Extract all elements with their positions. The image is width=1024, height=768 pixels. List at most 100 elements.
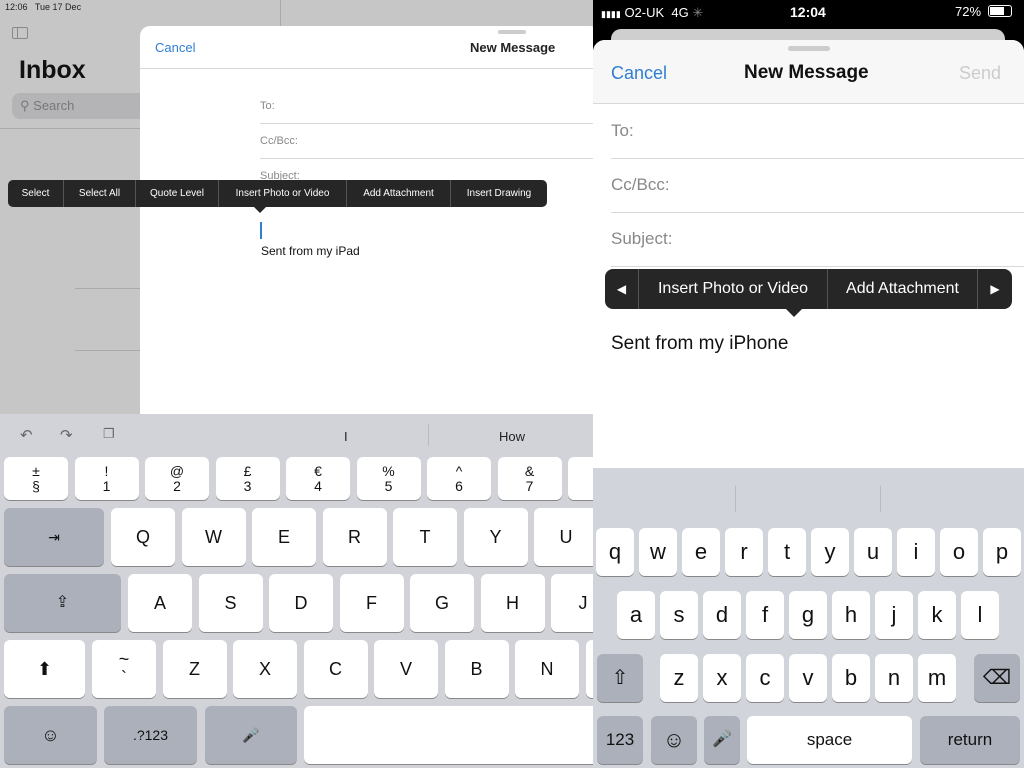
- key-more[interactable]: [568, 457, 593, 500]
- key-y[interactable]: y: [811, 528, 849, 576]
- menu-insert-drawing[interactable]: Insert Drawing: [451, 180, 547, 207]
- key-l[interactable]: l: [961, 591, 999, 639]
- suggestion[interactable]: I: [344, 429, 348, 444]
- key-h[interactable]: h: [832, 591, 870, 639]
- dictation-key[interactable]: 🎤: [704, 716, 740, 764]
- key-n[interactable]: n: [875, 654, 913, 702]
- menu-insert-photo[interactable]: Insert Photo or Video: [639, 269, 828, 309]
- key-u[interactable]: U: [534, 508, 593, 566]
- emoji-key[interactable]: ☺: [651, 716, 697, 764]
- key-g[interactable]: g: [789, 591, 827, 639]
- menu-insert-photo[interactable]: Insert Photo or Video: [219, 180, 347, 207]
- body-text[interactable]: Sent from my iPad: [261, 244, 360, 258]
- key-u[interactable]: u: [854, 528, 892, 576]
- key-e[interactable]: E: [252, 508, 316, 566]
- key-w[interactable]: w: [639, 528, 677, 576]
- key-w[interactable]: W: [181, 508, 246, 566]
- to-field[interactable]: To:: [260, 100, 275, 112]
- key-c[interactable]: C: [303, 640, 368, 698]
- key-b[interactable]: b: [832, 654, 870, 702]
- key-y[interactable]: Y: [463, 508, 528, 566]
- key-x[interactable]: X: [233, 640, 297, 698]
- key-more[interactable]: [585, 640, 593, 698]
- key-n[interactable]: N: [515, 640, 579, 698]
- numbers-key[interactable]: 123: [597, 716, 643, 764]
- space-key[interactable]: space: [747, 716, 912, 764]
- key-~[interactable]: ~ `: [92, 640, 156, 698]
- key-z[interactable]: Z: [162, 640, 227, 698]
- key-v[interactable]: V: [374, 640, 438, 698]
- key-h[interactable]: H: [480, 574, 545, 632]
- to-field[interactable]: To:: [611, 121, 634, 141]
- key-z[interactable]: z: [660, 654, 698, 702]
- key-a[interactable]: A: [128, 574, 192, 632]
- key-4[interactable]: €4: [286, 457, 350, 500]
- key-t[interactable]: t: [768, 528, 806, 576]
- dictation-key[interactable]: 🎤: [205, 706, 297, 764]
- suggestion[interactable]: How: [499, 429, 525, 444]
- caps-lock-key[interactable]: ⇪: [4, 574, 121, 632]
- ccbcc-field[interactable]: Cc/Bcc:: [260, 135, 298, 147]
- send-button[interactable]: Send: [959, 63, 1001, 84]
- cancel-button[interactable]: Cancel: [611, 63, 667, 84]
- key-e[interactable]: e: [682, 528, 720, 576]
- menu-select[interactable]: Select: [8, 180, 64, 207]
- key-q[interactable]: q: [596, 528, 634, 576]
- key-7[interactable]: & 7: [497, 457, 562, 500]
- grabber[interactable]: [788, 46, 830, 51]
- key-s[interactable]: S: [198, 574, 263, 632]
- key-x[interactable]: x: [703, 654, 741, 702]
- key-o[interactable]: o: [940, 528, 978, 576]
- redo-icon[interactable]: ↷: [60, 426, 73, 444]
- menu-next-arrow[interactable]: ▶: [978, 269, 1012, 309]
- search-input[interactable]: ⚲ Search: [12, 93, 147, 119]
- key-j[interactable]: j: [875, 591, 913, 639]
- key-a[interactable]: a: [617, 591, 655, 639]
- key-c[interactable]: c: [746, 654, 784, 702]
- key-6[interactable]: ^ 6: [427, 457, 491, 500]
- numbers-key[interactable]: .?123: [104, 706, 197, 764]
- key-5[interactable]: % 5: [356, 457, 421, 500]
- key-d[interactable]: D: [269, 574, 333, 632]
- sidebar-toggle-icon[interactable]: [12, 27, 28, 39]
- key-d[interactable]: d: [703, 591, 741, 639]
- key-s[interactable]: s: [660, 591, 698, 639]
- key-g[interactable]: G: [410, 574, 474, 632]
- key-t[interactable]: T: [393, 508, 457, 566]
- menu-quote-level[interactable]: Quote Level: [136, 180, 219, 207]
- subject-field[interactable]: Subject:: [611, 229, 672, 249]
- key-3[interactable]: £3: [215, 457, 280, 500]
- key-f[interactable]: f: [746, 591, 784, 639]
- grabber[interactable]: [498, 30, 526, 34]
- key-r[interactable]: R: [322, 508, 387, 566]
- paste-icon[interactable]: ❐: [103, 426, 115, 442]
- key-r[interactable]: r: [725, 528, 763, 576]
- key-v[interactable]: v: [789, 654, 827, 702]
- key-§[interactable]: ± §: [4, 457, 68, 500]
- space-key[interactable]: [304, 706, 593, 764]
- emoji-key[interactable]: ☺: [4, 706, 97, 764]
- key-k[interactable]: k: [918, 591, 956, 639]
- key-i[interactable]: i: [897, 528, 935, 576]
- menu-add-attachment[interactable]: Add Attachment: [347, 180, 451, 207]
- key-p[interactable]: p: [983, 528, 1021, 576]
- key-j[interactable]: J: [551, 574, 593, 632]
- key-q[interactable]: Q: [111, 508, 175, 566]
- key-b[interactable]: B: [444, 640, 509, 698]
- undo-icon[interactable]: ↶: [20, 426, 33, 444]
- menu-add-attachment[interactable]: Add Attachment: [828, 269, 978, 309]
- menu-select-all[interactable]: Select All: [64, 180, 136, 207]
- key-2[interactable]: @2: [145, 457, 209, 500]
- ccbcc-field[interactable]: Cc/Bcc:: [611, 175, 670, 195]
- key-m[interactable]: m: [918, 654, 956, 702]
- tab-key[interactable]: ⇥: [4, 508, 104, 566]
- cancel-button[interactable]: Cancel: [155, 40, 195, 55]
- key-f[interactable]: F: [339, 574, 404, 632]
- return-key[interactable]: return: [920, 716, 1020, 764]
- menu-prev-arrow[interactable]: ◀: [605, 269, 639, 309]
- shift-key[interactable]: ⬆: [4, 640, 85, 698]
- backspace-key[interactable]: ⌫: [974, 654, 1020, 702]
- shift-key[interactable]: ⇧: [597, 654, 643, 702]
- body-text[interactable]: Sent from my iPhone: [611, 333, 788, 355]
- key-1[interactable]: ! 1: [74, 457, 139, 500]
